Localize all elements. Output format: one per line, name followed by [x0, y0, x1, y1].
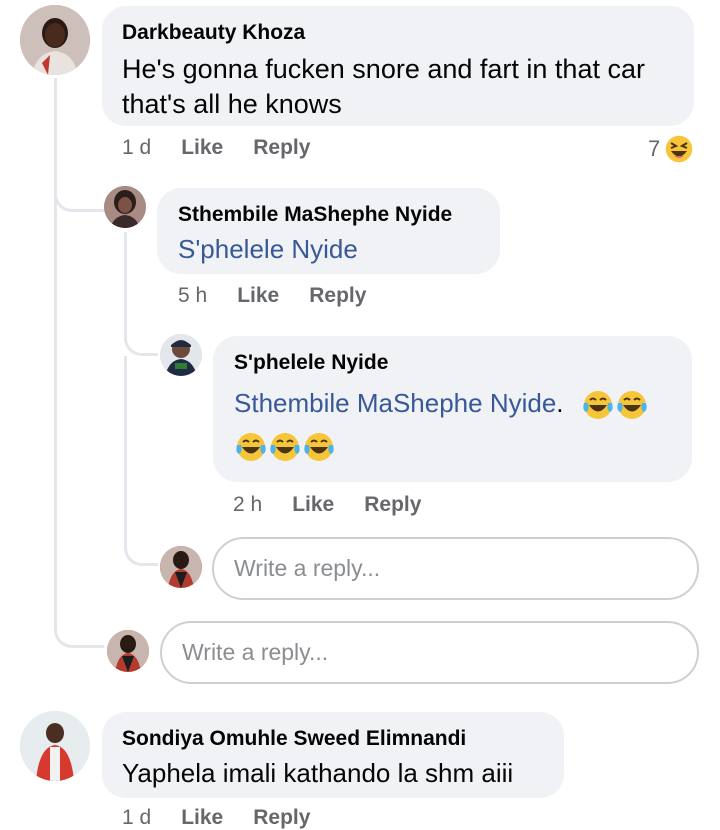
reaction-count: 7 — [648, 136, 661, 161]
mention-link[interactable]: S'phelele Nyide — [178, 232, 500, 267]
tears-of-joy-icon — [236, 433, 266, 462]
thread-connector-1 — [54, 170, 104, 212]
laughing-squint-emoji-icon — [664, 134, 694, 164]
comment-actions-2: 5 h Like Reply — [178, 284, 366, 308]
thread-connector-2 — [124, 320, 158, 356]
reply-placeholder: Write a reply... — [234, 555, 381, 581]
like-button[interactable]: Like — [237, 284, 279, 308]
reply-button[interactable]: Reply — [253, 806, 310, 830]
avatar-darkbeauty[interactable] — [20, 5, 90, 75]
emoji-row — [234, 430, 692, 464]
comment-author[interactable]: S'phelele Nyide — [234, 350, 692, 376]
mention-link[interactable]: Sthembile MaShephe Nyide — [234, 388, 556, 418]
comment-text: Sthembile MaShephe Nyide. — [234, 386, 692, 422]
comment-text: Yaphela imali kathando la shm aiii — [122, 758, 514, 788]
comment-time[interactable]: 1 d — [122, 136, 151, 160]
comment-time[interactable]: 2 h — [233, 493, 262, 517]
reply-button[interactable]: Reply — [364, 493, 421, 517]
like-button[interactable]: Like — [181, 136, 223, 160]
profile-photo-icon — [160, 546, 202, 588]
reply-placeholder: Write a reply... — [182, 639, 329, 665]
like-button[interactable]: Like — [181, 806, 223, 830]
profile-photo-icon — [20, 711, 90, 781]
comment-suffix: . — [556, 388, 564, 418]
profile-photo-icon — [160, 334, 202, 376]
profile-photo-icon — [107, 630, 149, 672]
tears-of-joy-icon — [617, 391, 647, 420]
tears-of-joy-icon — [583, 391, 613, 420]
comment-text-line: He's gonna fucken snore and fart in that… — [122, 54, 645, 84]
comment-author[interactable]: Darkbeauty Khoza — [122, 20, 694, 46]
comment-text: He's gonna fucken snore and fart in that… — [122, 52, 694, 122]
tears-of-joy-icon — [270, 433, 300, 462]
avatar-sondiya[interactable] — [20, 711, 90, 781]
thread-line-main-lower — [54, 212, 57, 632]
comment-bubble-1: Darkbeauty Khoza He's gonna fucken snore… — [102, 6, 694, 126]
comment-bubble-3: S'phelele Nyide Sthembile MaShephe Nyide… — [213, 336, 692, 482]
comment-text-line: that's all he knows — [122, 89, 342, 119]
reply-button[interactable]: Reply — [309, 284, 366, 308]
reply-input-thread[interactable]: Write a reply... — [160, 621, 699, 684]
thread-connector-nested-end — [124, 520, 158, 566]
reaction-summary[interactable]: 7 — [648, 134, 694, 164]
comment-time[interactable]: 1 d — [122, 806, 151, 830]
comment-actions-4: 1 d Like Reply — [122, 806, 310, 830]
reply-button[interactable]: Reply — [253, 136, 310, 160]
reply-input-nested[interactable]: Write a reply... — [212, 537, 699, 600]
avatar-current-user — [107, 630, 149, 672]
avatar-current-user — [160, 546, 202, 588]
comment-bubble-4: Sondiya Omuhle Sweed Elimnandi Yaphela i… — [102, 712, 564, 798]
thread-connector-main-end — [54, 600, 104, 648]
avatar-sphelele[interactable] — [160, 334, 202, 376]
like-button[interactable]: Like — [292, 493, 334, 517]
avatar-sthembile[interactable] — [104, 186, 146, 228]
profile-photo-icon — [104, 186, 146, 228]
tears-of-joy-icon — [304, 433, 334, 462]
comment-actions-1: 1 d Like Reply — [122, 136, 310, 160]
comment-actions-3: 2 h Like Reply — [233, 493, 421, 517]
comment-author[interactable]: Sthembile MaShephe Nyide — [178, 202, 500, 228]
profile-photo-icon — [20, 5, 90, 75]
thread-line-nested-lower — [124, 356, 127, 546]
comment-bubble-2: Sthembile MaShephe Nyide S'phelele Nyide — [157, 188, 500, 274]
comment-author[interactable]: Sondiya Omuhle Sweed Elimnandi — [122, 726, 564, 752]
comment-time[interactable]: 5 h — [178, 284, 207, 308]
